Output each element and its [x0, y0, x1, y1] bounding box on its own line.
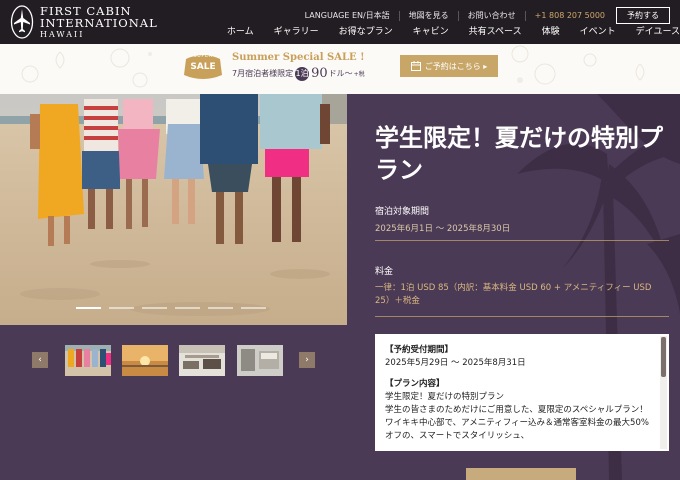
thumbnail-cabin[interactable]: [237, 345, 283, 376]
plan-content-line: ワイキキ中心部で、アメニティフィー込み＆通常客室料金の最大50%: [385, 418, 649, 428]
plan-title: 学生限定！夏だけの特別プラン: [375, 124, 663, 184]
nav-item-gallery[interactable]: ギャラリー: [264, 24, 329, 37]
slider-dot[interactable]: [208, 307, 233, 309]
nav-item-deals[interactable]: お得なプラン: [329, 24, 403, 37]
nav-item-day-use[interactable]: デイユース: [626, 24, 680, 37]
hero-photo: [0, 94, 347, 325]
thumbnail-image: [179, 345, 225, 376]
nav-item-experience[interactable]: 体験: [532, 24, 570, 37]
price-label: 料金: [375, 267, 394, 277]
plan-content-line: オフの、スマートでスタイリッシュ、: [385, 431, 530, 441]
plan-content-line: 学生限定！夏だけの特別プラン: [385, 392, 505, 402]
nav-item-cabin[interactable]: キャビン: [403, 24, 459, 37]
book-now-label: ご予約はこちら ▸: [424, 61, 488, 71]
brand-logo[interactable]: FIRST CABIN INTERNATIONAL HAWAII: [10, 4, 158, 40]
next-arrow-icon[interactable]: ›: [299, 352, 315, 368]
sale-badge: SUPER SALE: [182, 53, 224, 80]
slider-dots: [76, 307, 274, 309]
slider-dot[interactable]: [76, 307, 101, 309]
thumbnail-image: [237, 345, 283, 376]
plan-details-box[interactable]: 【予約受付期間】 2025年5月29日 〜 2025年8月31日 【プラン内容】…: [375, 334, 669, 451]
prev-arrow-icon[interactable]: ‹: [32, 352, 48, 368]
utility-bar: LANGUAGE EN/日本語 地図を見る お問い合わせ +1 808 207 …: [296, 7, 670, 24]
phone-link[interactable]: +1 808 207 5000: [526, 11, 614, 20]
plan-content-heading: 【プラン内容】: [385, 379, 445, 389]
sale-badge-text: SALE: [190, 62, 216, 72]
plan-action-button[interactable]: [466, 468, 576, 480]
thumbnail-lounge[interactable]: [179, 345, 225, 376]
site-header: FIRST CABIN INTERNATIONAL HAWAII LANGUAG…: [0, 0, 680, 44]
stay-period-value: 2025年6月1日 〜 2025年8月30日: [375, 224, 511, 234]
sale-tax: +税: [353, 71, 365, 78]
promo-banner[interactable]: SUPER SALE Summer Special SALE ! 7月宿泊者様限…: [0, 44, 680, 94]
map-link[interactable]: 地図を見る: [400, 10, 459, 21]
beach-friends-image: [0, 94, 347, 325]
stay-period-label: 宿泊対象期間: [375, 207, 430, 217]
reserve-button[interactable]: 予約する: [616, 7, 670, 24]
thumbnail-image: [122, 345, 168, 376]
sale-subtitle: 7月宿泊者様限定: [232, 69, 294, 78]
nav-item-home[interactable]: ホーム: [217, 24, 264, 37]
plan-content-line: 学生の皆さまのためだけにご用意した、夏限定のスペシャルプラン！: [385, 405, 648, 415]
brand-line-3: HAWAII: [40, 29, 85, 39]
sale-price-unit: ドル〜: [328, 69, 353, 78]
price-value: 一律：1泊 USD 85（内訳：基本料金 USD 60 + アメニティフィー U…: [375, 283, 652, 306]
nav-item-shared-space[interactable]: 共有スペース: [459, 24, 532, 37]
sale-title: Summer Special SALE !: [232, 52, 365, 63]
thumbnail-strip: [0, 325, 347, 480]
night-badge: 1泊: [295, 66, 310, 81]
slider-dot[interactable]: [175, 307, 200, 309]
contact-link[interactable]: お問い合わせ: [459, 10, 526, 21]
sale-offer: 7月宿泊者様限定 1泊 90 ドル〜 +税: [232, 66, 365, 81]
scrollbar-thumb[interactable]: [661, 337, 666, 377]
sale-badge-super: SUPER: [193, 53, 213, 59]
sale-price: 90: [311, 66, 328, 81]
divider: [375, 316, 669, 317]
brand-line-1: FIRST CABIN: [40, 3, 132, 18]
slider-dot[interactable]: [142, 307, 167, 309]
booking-period-heading: 【予約受付期間】: [385, 345, 454, 355]
divider: [375, 240, 669, 241]
plane-logo-icon: [10, 5, 34, 39]
main-nav: ホーム ギャラリー お得なプラン キャビン 共有スペース 体験 イベント デイユ…: [217, 24, 680, 37]
slider-dot[interactable]: [109, 307, 134, 309]
calendar-icon: [410, 61, 421, 71]
brand-line-2: INTERNATIONAL: [40, 15, 158, 30]
slider-dot[interactable]: [241, 307, 266, 309]
thumbnail-image: [65, 345, 111, 376]
thumbnail-beach-group[interactable]: [65, 345, 111, 376]
book-now-button[interactable]: ご予約はこちら ▸: [400, 55, 498, 77]
booking-period-value: 2025年5月29日 〜 2025年8月31日: [385, 358, 526, 368]
language-switch[interactable]: LANGUAGE EN/日本語: [296, 10, 400, 21]
plan-panel: 学生限定！夏だけの特別プラン 宿泊対象期間 2025年6月1日 〜 2025年8…: [347, 94, 680, 480]
thumbnail-sunset[interactable]: [122, 345, 168, 376]
nav-item-events[interactable]: イベント: [570, 24, 626, 37]
